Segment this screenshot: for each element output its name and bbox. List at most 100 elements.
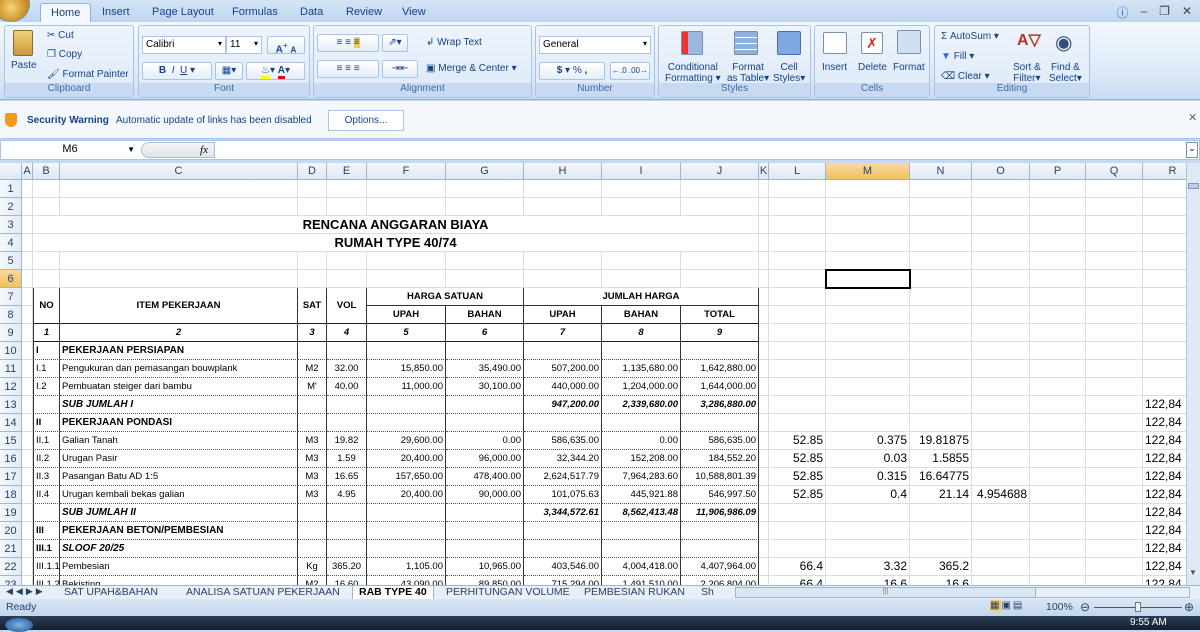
empty-cell[interactable] <box>22 558 33 576</box>
empty-cell[interactable] <box>1030 576 1086 585</box>
empty-cell[interactable] <box>972 270 1030 288</box>
empty-cell[interactable] <box>1086 540 1143 558</box>
empty-cell[interactable] <box>910 270 972 288</box>
empty-cell[interactable] <box>22 306 33 324</box>
empty-cell[interactable] <box>759 252 769 270</box>
empty-cell[interactable] <box>759 504 769 522</box>
column-header-B[interactable]: B <box>33 163 60 180</box>
empty-cell[interactable] <box>759 234 769 252</box>
empty-cell[interactable] <box>826 504 910 522</box>
empty-cell[interactable] <box>1143 198 1186 216</box>
cell-I16[interactable]: 152,208.00 <box>602 450 681 468</box>
empty-cell[interactable] <box>327 540 367 558</box>
empty-cell[interactable] <box>1030 252 1086 270</box>
empty-cell[interactable] <box>22 522 33 540</box>
empty-cell[interactable] <box>446 396 524 414</box>
empty-cell[interactable] <box>446 540 524 558</box>
cell-R16[interactable]: 122,84 <box>1143 450 1186 468</box>
cell-E9[interactable]: 4 <box>327 324 367 342</box>
cell-G9[interactable]: 6 <box>446 324 524 342</box>
cell-G17[interactable]: 478,400.00 <box>446 468 524 486</box>
empty-cell[interactable] <box>972 216 1030 234</box>
empty-cell[interactable] <box>1030 450 1086 468</box>
empty-cell[interactable] <box>327 180 367 198</box>
cell-C13[interactable]: SUB JUMLAH I <box>60 396 298 414</box>
empty-cell[interactable] <box>972 234 1030 252</box>
column-header-E[interactable]: E <box>327 163 367 180</box>
empty-cell[interactable] <box>910 306 972 324</box>
column-header-I[interactable]: I <box>602 163 681 180</box>
column-header-G[interactable]: G <box>446 163 524 180</box>
cell-N15[interactable]: 19.81875 <box>910 432 972 450</box>
empty-cell[interactable] <box>1086 396 1143 414</box>
cell-styles-button[interactable]: Cell Styles▾ <box>773 62 805 84</box>
cell-R20[interactable]: 122,84 <box>1143 522 1186 540</box>
close-warning-icon[interactable]: ✕ <box>1188 111 1197 124</box>
empty-cell[interactable] <box>972 414 1030 432</box>
empty-cell[interactable] <box>769 504 826 522</box>
sheet-nav-arrows-icon[interactable]: ◀◀▶▶ <box>6 586 46 597</box>
empty-cell[interactable] <box>910 522 972 540</box>
close-icon[interactable]: ✕ <box>1182 4 1192 21</box>
empty-cell[interactable] <box>22 396 33 414</box>
column-header-H[interactable]: H <box>524 163 602 180</box>
cell-O18[interactable]: 4.954688 <box>972 486 1030 504</box>
cell-B9[interactable]: 1 <box>33 324 60 342</box>
cell-H23[interactable]: 715,294.00 <box>524 576 602 585</box>
empty-cell[interactable] <box>1030 486 1086 504</box>
empty-cell[interactable] <box>327 252 367 270</box>
empty-cell[interactable] <box>681 252 759 270</box>
cell-D18[interactable]: M3 <box>298 486 327 504</box>
empty-cell[interactable] <box>826 324 910 342</box>
empty-cell[interactable] <box>327 270 367 288</box>
page-break-view-icon[interactable]: ▤ <box>1013 600 1024 611</box>
cell-G8[interactable]: BAHAN <box>446 306 524 324</box>
empty-cell[interactable] <box>826 522 910 540</box>
empty-cell[interactable] <box>972 198 1030 216</box>
cell-D9[interactable]: 3 <box>298 324 327 342</box>
empty-cell[interactable] <box>602 522 681 540</box>
horizontal-scrollbar[interactable]: ||| <box>735 587 1190 598</box>
empty-cell[interactable] <box>759 198 769 216</box>
cell-F15[interactable]: 29,600.00 <box>367 432 446 450</box>
empty-cell[interactable] <box>826 180 910 198</box>
cell-G11[interactable]: 35,490.00 <box>446 360 524 378</box>
cell-B14[interactable]: II <box>33 414 60 432</box>
cell-G12[interactable]: 30,100.00 <box>446 378 524 396</box>
currency-percent-comma[interactable]: $ ▾ % , <box>539 62 605 80</box>
cell-I13[interactable]: 2,339,680.00 <box>602 396 681 414</box>
cell-B18[interactable]: II.4 <box>33 486 60 504</box>
column-header-K[interactable]: K <box>759 163 769 180</box>
empty-cell[interactable] <box>524 540 602 558</box>
empty-cell[interactable] <box>60 180 298 198</box>
empty-cell[interactable] <box>1030 504 1086 522</box>
empty-cell[interactable] <box>972 540 1030 558</box>
empty-cell[interactable] <box>972 342 1030 360</box>
empty-cell[interactable] <box>972 504 1030 522</box>
cell-G16[interactable]: 96,000.00 <box>446 450 524 468</box>
cell-D12[interactable]: M' <box>298 378 327 396</box>
empty-cell[interactable] <box>22 576 33 585</box>
row-header-2[interactable]: 2 <box>0 198 22 216</box>
empty-cell[interactable] <box>826 216 910 234</box>
empty-cell[interactable] <box>1086 522 1143 540</box>
normal-view-icon[interactable]: ▦ <box>990 600 1002 611</box>
empty-cell[interactable] <box>759 378 769 396</box>
empty-cell[interactable] <box>327 522 367 540</box>
wrap-text-button[interactable]: ↲ Wrap Text <box>426 37 482 48</box>
cell-L18[interactable]: 52.85 <box>769 486 826 504</box>
empty-cell[interactable] <box>1086 450 1143 468</box>
empty-cell[interactable] <box>298 396 327 414</box>
cell-C12[interactable]: Pembuatan steiger dari bambu <box>60 378 298 396</box>
empty-cell[interactable] <box>524 414 602 432</box>
help-icon[interactable]: ⓘ <box>1116 4 1128 21</box>
binoculars-icon[interactable]: ◉ <box>1055 30 1081 56</box>
cell-C15[interactable]: Galian Tanah <box>60 432 298 450</box>
empty-cell[interactable] <box>1030 270 1086 288</box>
ribbon-tab-formulas[interactable]: Formulas <box>222 3 288 22</box>
cell-J13[interactable]: 3,286,880.00 <box>681 396 759 414</box>
sort-filter-icon[interactable]: A▽ <box>1017 30 1043 56</box>
expand-formula-bar-icon[interactable]: ⌄ <box>1186 142 1198 158</box>
format-button[interactable]: Format <box>893 62 925 73</box>
find-select-button[interactable]: Find & Select▾ <box>1049 62 1082 84</box>
